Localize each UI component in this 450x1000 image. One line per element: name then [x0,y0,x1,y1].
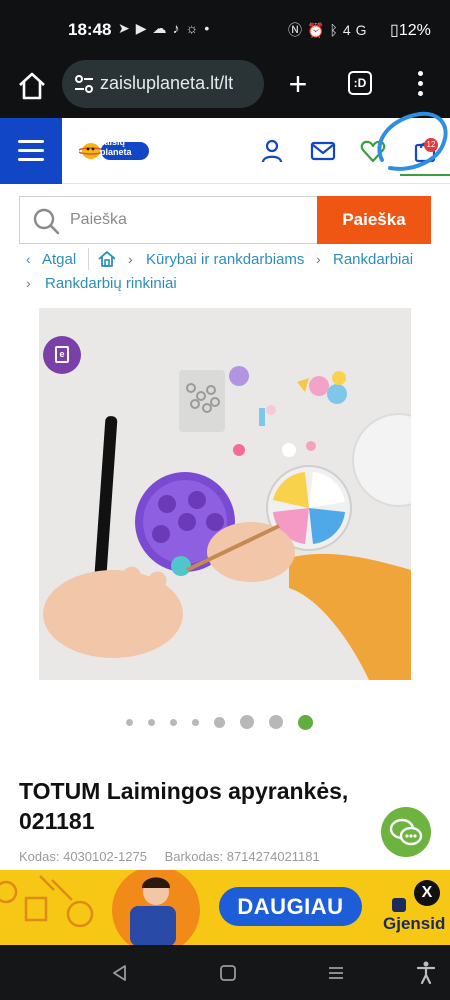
tiktok-icon: ♪ [172,20,186,36]
chat-bubbles-icon [389,818,423,846]
chat-button[interactable] [381,807,431,857]
accessibility-icon[interactable] [416,961,436,985]
logo-text-bottom: planeta [100,147,132,157]
youtube-icon: ▶ [135,20,153,36]
breadcrumb-item[interactable]: Rankdarbiai [333,251,413,268]
mail-icon[interactable] [310,138,336,164]
bluetooth-icon: ᛒ [329,22,343,38]
status-bar: 18:48 ➤▶☁♪☼• Ⓝ⏰ᛒ4G ▯12% [0,0,450,60]
breadcrumb-separator-icon: › [128,251,133,267]
carousel-dot[interactable] [214,717,225,728]
carousel-dot[interactable] [269,715,283,729]
battery-percent: 12% [398,22,431,39]
product-title: TOTUM Laimingos apyrankės, 021181 [19,776,379,836]
carousel-dot[interactable] [192,719,199,726]
back-chevron-icon: ‹ [26,251,31,267]
breadcrumb-item[interactable]: Rankdarbių rinkiniai [45,275,177,292]
product-codes: Kodas: 4030102-1275 Barkodas: 8714274021… [19,849,334,864]
e-shop-badge-icon: e [43,336,81,374]
system-navigation-bar [0,945,450,1000]
search-button[interactable]: Paieška [317,196,431,244]
tab-switcher-button[interactable]: :D [348,71,372,95]
address-bar[interactable]: zaisluplaneta.lt/lt [62,60,264,108]
search-box[interactable] [19,196,317,244]
hand-drawn-circle-annotation [377,111,448,171]
site-settings-icon[interactable] [72,72,96,96]
product-title-line-1: TOTUM Laimingos apyrankės, [19,778,349,804]
alarm-icon: ⏰ [307,22,330,38]
breadcrumb-item[interactable]: Kūrybai ir rankdarbiams [146,251,304,268]
ad-brand-name: Gjensid [383,914,446,933]
carousel-dot[interactable] [126,719,133,726]
cart-count-badge: 12 [424,138,438,152]
hamburger-menu-icon[interactable] [0,118,62,184]
carousel-dot-active[interactable] [298,715,313,730]
search-icon [33,208,60,235]
breadcrumb-separator-icon: › [316,251,321,267]
ad-close-button[interactable]: X [414,880,440,906]
logo-wordmark: žaislų planeta [100,137,132,157]
system-icons: Ⓝ⏰ᛒ4G [288,20,372,40]
logo-text-top: žaislų [100,137,126,147]
dot-icon: • [204,20,216,36]
product-photo-illustration [39,308,411,680]
search-input[interactable] [70,203,310,237]
weather-icon: ☁ [152,20,173,36]
breadcrumb-home-icon[interactable] [97,249,117,269]
carousel-dot[interactable] [148,719,155,726]
breadcrumb-separator-icon: › [26,275,31,291]
ad-brand-logo-icon [392,898,406,912]
telegram-icon: ➤ [118,20,136,36]
e-shop-badge-letter: e [55,346,69,363]
breadcrumb-divider [88,248,89,270]
brightness-icon: ☼ [185,20,205,36]
new-tab-plus-icon[interactable]: + [283,66,313,102]
notification-icons: ➤▶☁♪☼• [118,20,215,37]
ad-banner[interactable]: DAUGIAU X Gjensid [0,870,450,945]
signal-4g-icon: 4G [342,22,372,38]
product-code: Kodas: 4030102-1275 [19,849,147,864]
home-button-icon[interactable] [219,964,237,982]
home-icon[interactable] [14,68,50,104]
recents-icon[interactable] [327,964,345,982]
url-text[interactable]: zaisluplaneta.lt/lt [100,73,258,94]
browser-menu-icon[interactable] [408,68,432,100]
ad-illustration [0,870,200,945]
status-time: 18:48 [68,20,112,39]
ad-cta-button[interactable]: DAUGIAU [219,887,362,926]
product-title-line-2: 021181 [19,808,95,834]
account-icon[interactable] [259,138,285,164]
back-icon[interactable] [111,964,129,982]
battery-level: ▯12% [390,22,431,39]
product-barcode: Barkodas: 8714274021181 [164,849,320,864]
carousel-dot[interactable] [170,719,177,726]
site-header: žaislų planeta [0,111,450,184]
carousel-dot[interactable] [240,715,254,729]
product-photo[interactable] [39,308,411,680]
breadcrumb-back[interactable]: Atgal [42,251,76,268]
nfc-icon: Ⓝ [288,22,307,38]
